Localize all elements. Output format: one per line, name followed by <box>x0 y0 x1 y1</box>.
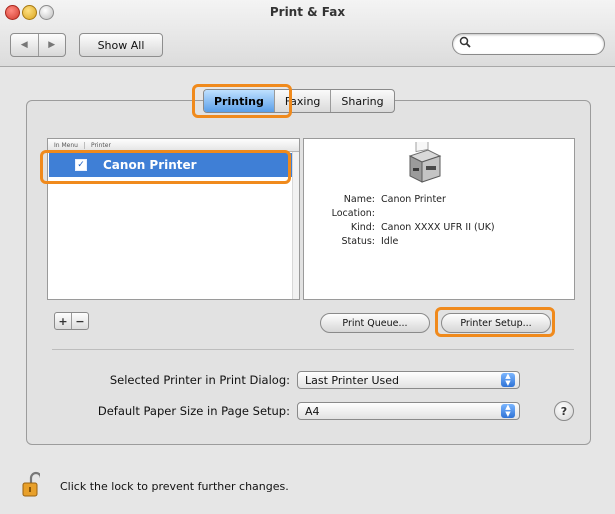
forward-arrow-icon[interactable]: ▶ <box>37 34 66 56</box>
lock-message: Click the lock to prevent further change… <box>60 480 289 493</box>
popup-arrows-icon: ▲ ▼ <box>501 404 515 418</box>
selected-printer-label: Selected Printer in Print Dialog: <box>109 373 290 387</box>
add-printer-button[interactable]: + <box>55 313 71 329</box>
divider <box>52 349 574 350</box>
remove-printer-button[interactable]: − <box>71 313 88 329</box>
printer-info: Name: Canon Printer Location: Kind: Cano… <box>304 193 495 249</box>
printer-row[interactable]: ✓ Canon Printer <box>49 153 293 177</box>
help-button[interactable]: ? <box>554 401 574 421</box>
column-printer[interactable]: Printer <box>83 141 111 149</box>
paper-size-value: A4 <box>305 404 320 418</box>
printer-icon <box>408 142 442 183</box>
lock-icon[interactable] <box>22 471 40 497</box>
kind-label: Kind: <box>350 222 375 233</box>
search-field[interactable] <box>452 33 605 55</box>
show-all-button[interactable]: Show All <box>79 33 163 57</box>
status-value: Idle <box>381 236 399 247</box>
back-forward-control: ◀ ▶ <box>10 33 66 57</box>
in-menu-checkbox[interactable]: ✓ <box>75 159 87 171</box>
printer-name: Canon Printer <box>103 158 197 172</box>
title-toolbar: Print & Fax ◀ ▶ Show All <box>0 0 615 67</box>
tab-bar: Printing Faxing Sharing <box>203 89 395 113</box>
search-icon <box>459 36 471 51</box>
selected-printer-value: Last Printer Used <box>305 373 400 387</box>
printer-setup-button[interactable]: Printer Setup... <box>441 313 551 333</box>
name-label: Name: <box>343 194 375 205</box>
status-label: Status: <box>341 236 375 247</box>
tab-sharing[interactable]: Sharing <box>330 90 393 112</box>
column-in-menu[interactable]: In Menu <box>48 142 78 149</box>
printer-list-scrollbar[interactable] <box>292 152 299 299</box>
back-arrow-icon[interactable]: ◀ <box>11 34 38 56</box>
window-title: Print & Fax <box>269 5 346 19</box>
name-value: Canon Printer <box>381 194 446 205</box>
print-fax-window: Print & Fax ◀ ▶ Show All Printing Faxing… <box>0 0 615 514</box>
location-label: Location: <box>331 208 375 219</box>
tab-printing[interactable]: Printing <box>204 90 274 112</box>
location-value <box>375 207 381 221</box>
tab-faxing[interactable]: Faxing <box>273 90 331 112</box>
printer-list-header: In Menu Printer <box>48 139 299 152</box>
printer-detail-pane: Name: Canon Printer Location: Kind: Cano… <box>303 138 575 300</box>
paper-size-popup[interactable]: A4 ▲ ▼ <box>297 402 520 420</box>
kind-value: Canon XXXX UFR II (UK) <box>381 222 495 233</box>
paper-size-label: Default Paper Size in Page Setup: <box>97 404 290 418</box>
selected-printer-popup[interactable]: Last Printer Used ▲ ▼ <box>297 371 520 389</box>
print-queue-button[interactable]: Print Queue... <box>320 313 430 333</box>
add-remove-printer-control: + − <box>54 312 89 330</box>
printer-list: In Menu Printer ✓ Canon Printer <box>47 138 300 300</box>
popup-arrows-icon: ▲ ▼ <box>501 373 515 387</box>
